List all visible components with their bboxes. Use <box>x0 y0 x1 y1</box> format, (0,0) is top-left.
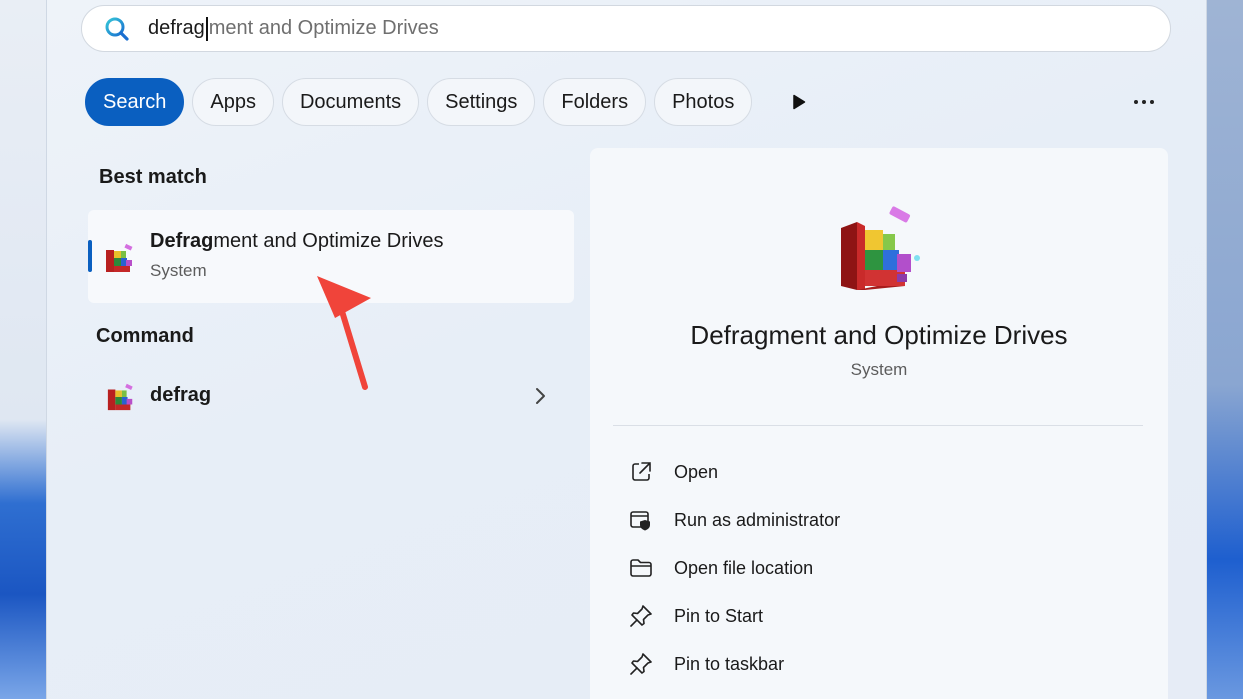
more-options-button[interactable] <box>1129 90 1159 114</box>
best-match-subtitle: System <box>150 261 207 280</box>
filter-chip-folders[interactable]: Folders <box>543 78 647 126</box>
detail-title: Defragment and Optimize Drives <box>690 320 1068 350</box>
command-name: defrag <box>150 384 212 406</box>
open-external-icon <box>632 462 651 481</box>
action-run-as-administrator-label: Run as administrator <box>674 509 841 530</box>
filter-chip-documents[interactable]: Documents <box>281 78 420 126</box>
play-right-icon <box>793 94 806 110</box>
filter-chip-photos[interactable]: Photos <box>654 78 753 126</box>
action-pin-to-start[interactable]: Pin to Start <box>628 592 840 640</box>
shield-admin-icon <box>630 511 650 531</box>
command-heading: Command <box>96 325 194 347</box>
detail-subtitle: System <box>850 360 908 379</box>
defrag-app-large-icon <box>841 206 920 290</box>
filter-chip-settings[interactable]: Settings <box>427 78 536 126</box>
action-open[interactable]: Open <box>628 448 840 496</box>
dot-icon <box>1142 100 1146 104</box>
search-typed-text: defrag <box>148 17 205 39</box>
dot-icon <box>1150 100 1154 104</box>
divider <box>613 425 1143 426</box>
action-pin-to-taskbar-label: Pin to taskbar <box>674 653 785 674</box>
action-pin-to-taskbar[interactable]: Pin to taskbar <box>628 640 840 688</box>
folder-icon <box>630 559 652 577</box>
action-run-as-administrator[interactable]: Run as administrator <box>628 496 840 544</box>
desktop-wallpaper-left <box>0 0 46 699</box>
best-match-title: Defragment and Optimize Drives <box>150 230 444 252</box>
dot-icon <box>1134 100 1138 104</box>
chevron-right-icon[interactable] <box>532 386 548 406</box>
action-open-file-location[interactable]: Open file location <box>628 544 840 592</box>
search-panel: defrag ment and Optimize Drives Search A… <box>46 0 1207 699</box>
detail-actions-list: Open Run as administrator Open file loca… <box>628 448 840 688</box>
search-box[interactable]: defrag ment and Optimize Drives <box>81 5 1171 52</box>
pin-icon <box>630 605 652 627</box>
search-autocomplete-suggestion: ment and Optimize Drives <box>208 17 439 39</box>
text-caret <box>205 16 208 41</box>
more-filters-button[interactable] <box>788 88 810 116</box>
best-match-heading: Best match <box>99 166 207 188</box>
filter-chip-search[interactable]: Search <box>85 78 185 126</box>
pin-icon <box>630 653 652 675</box>
defrag-app-icon <box>107 383 133 411</box>
filter-chip-apps[interactable]: Apps <box>192 78 274 126</box>
selection-indicator <box>88 240 92 272</box>
search-filter-tabs: Search Apps Documents Settings Folders P… <box>85 78 753 126</box>
search-icon <box>105 17 129 41</box>
action-open-label: Open <box>674 461 719 482</box>
annotation-arrow-icon <box>317 276 371 390</box>
desktop-wallpaper-right <box>1207 0 1243 699</box>
search-input[interactable]: defrag ment and Optimize Drives <box>148 16 439 41</box>
defrag-app-icon <box>106 243 133 272</box>
result-detail-pane: Defragment and Optimize Drives System Op… <box>590 148 1168 699</box>
action-pin-to-start-label: Pin to Start <box>674 605 764 626</box>
action-open-file-location-label: Open file location <box>674 557 814 578</box>
